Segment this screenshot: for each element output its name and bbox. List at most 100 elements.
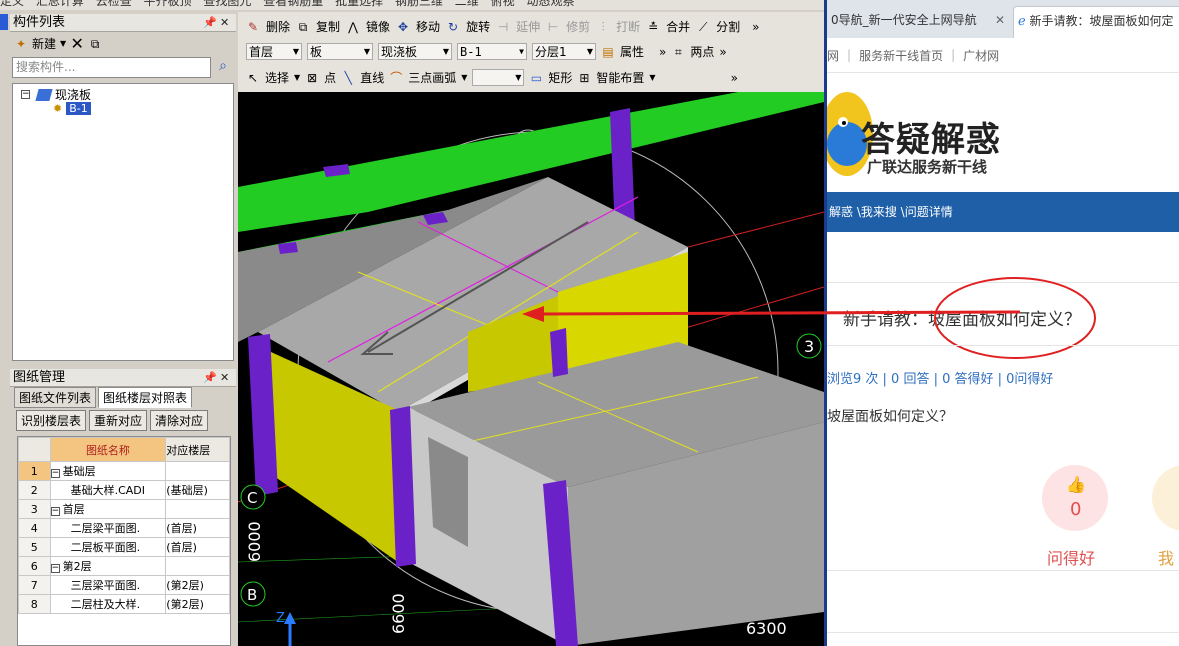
browser-tab-title: 新手请教：坡屋面板如何定 [1029, 14, 1174, 28]
floor-select[interactable]: 首层 ▼ [246, 43, 302, 60]
identify-floor-button[interactable]: 识别楼层表 [16, 410, 87, 431]
browser-tab-active[interactable]: ℯ 新手请教：坡屋面板如何定 [1013, 6, 1179, 38]
menu-batch-select[interactable]: 批量选择 [335, 0, 383, 8]
menu-define[interactable]: 定义 [0, 0, 24, 8]
more-chevron-icon[interactable]: » [719, 45, 726, 59]
pin-icon[interactable]: 📌 [203, 369, 217, 386]
menu-dynamic-view[interactable]: 动态观察 [526, 0, 574, 8]
tree-child[interactable]: ✹ B-1 [53, 102, 91, 115]
row-floor: (第2层) [165, 594, 230, 614]
table-row[interactable]: 1 − 基础层 [18, 461, 230, 481]
break-button[interactable]: 打断 [616, 18, 640, 35]
row-floor [165, 556, 230, 576]
menu-2d[interactable]: 二维 [455, 0, 479, 8]
component-select[interactable]: B-1 ▼ [457, 43, 527, 60]
search-input[interactable]: 搜索构件... [12, 57, 211, 78]
delete-icon[interactable]: ✕ [70, 35, 84, 51]
top-menu-strip: 定义 汇总计算 云检查 平齐板顶 查找图元 查看钢筋量 批量选择 钢筋三维 二维… [0, 0, 824, 10]
chevron-down-icon[interactable]: ▼ [649, 73, 655, 82]
menu-align-top[interactable]: 平齐板顶 [144, 0, 192, 8]
rotate-button[interactable]: 旋转 [466, 18, 490, 35]
collapse-icon[interactable]: − [21, 90, 30, 99]
extend-button[interactable]: 延伸 [516, 18, 540, 35]
breadcrumb[interactable]: 解惑 \我来搜 \问题详情 [829, 205, 953, 219]
close-tab-icon[interactable]: ✕ [995, 6, 1005, 34]
search-icon[interactable]: ⌕ [212, 58, 234, 78]
nav-separator: | [847, 48, 852, 62]
row-name: 基础层 [62, 465, 96, 478]
tab-drawing-files[interactable]: 图纸文件列表 [14, 387, 97, 408]
smart-layout-button[interactable]: 智能布置 [596, 69, 644, 86]
property-button[interactable]: 属性 [620, 43, 644, 60]
two-point-button[interactable]: 两点 [690, 43, 714, 60]
row-floor: (首层) [165, 518, 230, 538]
rectangle-button[interactable]: 矩形 [548, 69, 572, 86]
table-row[interactable]: 2 基础大样.CADI (基础层) [18, 480, 230, 500]
column-header-floor[interactable]: 对应楼层 [165, 437, 230, 462]
move-button[interactable]: 移动 [416, 18, 440, 35]
new-component-button[interactable]: 新建 [32, 35, 56, 52]
table-row[interactable]: 3 − 首层 [18, 499, 230, 519]
menu-rebar-qty[interactable]: 查看钢筋量 [263, 0, 323, 8]
remap-button[interactable]: 重新对应 [89, 410, 148, 431]
more-chevron-icon[interactable]: » [731, 71, 738, 85]
nav-link-materials[interactable]: 广材网 [963, 47, 999, 64]
nav-link-home[interactable]: 服务新干线首页 [859, 47, 943, 64]
close-icon[interactable]: ✕ [220, 369, 229, 386]
extend-icon: ⊣ [497, 19, 509, 34]
site-logo[interactable]: 答疑解惑 广联达服务新干线 [827, 74, 1179, 192]
point-button[interactable]: 点 [324, 69, 336, 86]
3d-viewport[interactable]: 3 C B 6000 6600 6300 Z [238, 92, 824, 646]
menu-top-view[interactable]: 俯视 [491, 0, 515, 8]
pin-icon[interactable]: 📌 [203, 14, 217, 31]
browser-tab[interactable]: 0导航_新一代安全上网导航 ✕ [827, 6, 1007, 38]
chevron-down-icon[interactable]: ▼ [294, 73, 300, 82]
mirror-button[interactable]: 镜像 [366, 18, 390, 35]
tab-floor-mapping[interactable]: 图纸楼层对照表 [98, 387, 193, 408]
merge-button[interactable]: 合并 [666, 18, 690, 35]
line-button[interactable]: 直线 [360, 69, 384, 86]
collapse-icon[interactable]: − [51, 507, 60, 516]
collapse-icon[interactable]: − [51, 564, 60, 573]
delete-icon: ✎ [247, 19, 259, 34]
copy-button[interactable]: 复制 [316, 18, 340, 35]
nav-link[interactable]: 网 [827, 47, 839, 64]
collapse-icon[interactable]: − [51, 469, 60, 478]
like-button[interactable]: 👍 0 [1042, 465, 1108, 531]
menu-summary[interactable]: 汇总计算 [36, 0, 84, 8]
thumbs-up-icon: 👍 [1066, 475, 1086, 494]
more-chevron-icon[interactable]: » [659, 45, 666, 59]
table-row[interactable]: 6 − 第2层 [18, 556, 230, 576]
header-corner [18, 437, 51, 462]
cursor-icon: ↖ [247, 70, 259, 85]
subtype-select[interactable]: 现浇板 ▼ [378, 43, 452, 60]
table-row[interactable]: 5 二层板平面图. (首层) [18, 537, 230, 557]
more-chevron-icon[interactable]: » [752, 20, 759, 34]
column-header-name[interactable]: 图纸名称 [49, 437, 167, 462]
menu-cloud-check[interactable]: 云检查 [96, 0, 132, 8]
chevron-down-icon[interactable]: ▼ [60, 39, 66, 48]
delete-button[interactable]: 删除 [266, 18, 290, 35]
also-ask-button[interactable] [1152, 465, 1179, 531]
arc-mode-select[interactable]: ▼ [472, 69, 525, 86]
select-button[interactable]: 选择 [265, 69, 289, 86]
trim-button[interactable]: 修剪 [566, 18, 590, 35]
tree-root[interactable]: − 现浇板 [21, 86, 91, 103]
row-floor: (基础层) [165, 480, 230, 500]
copy-icon[interactable]: ⧉ [88, 37, 102, 51]
arc-button[interactable]: 三点画弧 [408, 69, 456, 86]
table-row[interactable]: 7 三层梁平面图. (第2层) [18, 575, 230, 595]
split-button[interactable]: 分割 [716, 18, 740, 35]
clear-mapping-button[interactable]: 清除对应 [150, 410, 209, 431]
close-icon[interactable]: ✕ [220, 14, 229, 31]
menu-find[interactable]: 查找图元 [203, 0, 251, 8]
drawing-panel-title-text: 图纸管理 [13, 370, 66, 385]
row-name: 第2层 [62, 560, 92, 573]
table-row[interactable]: 8 二层柱及大样. (第2层) [18, 594, 230, 614]
chevron-down-icon[interactable]: ▼ [461, 73, 467, 82]
menu-rebar-3d[interactable]: 钢筋三维 [395, 0, 443, 8]
type-select[interactable]: 板 ▼ [307, 43, 373, 60]
layer-select[interactable]: 分层1 ▼ [532, 43, 596, 60]
table-row[interactable]: 4 二层梁平面图. (首层) [18, 518, 230, 538]
cad-application: 定义 汇总计算 云检查 平齐板顶 查找图元 查看钢筋量 批量选择 钢筋三维 二维… [0, 0, 824, 646]
